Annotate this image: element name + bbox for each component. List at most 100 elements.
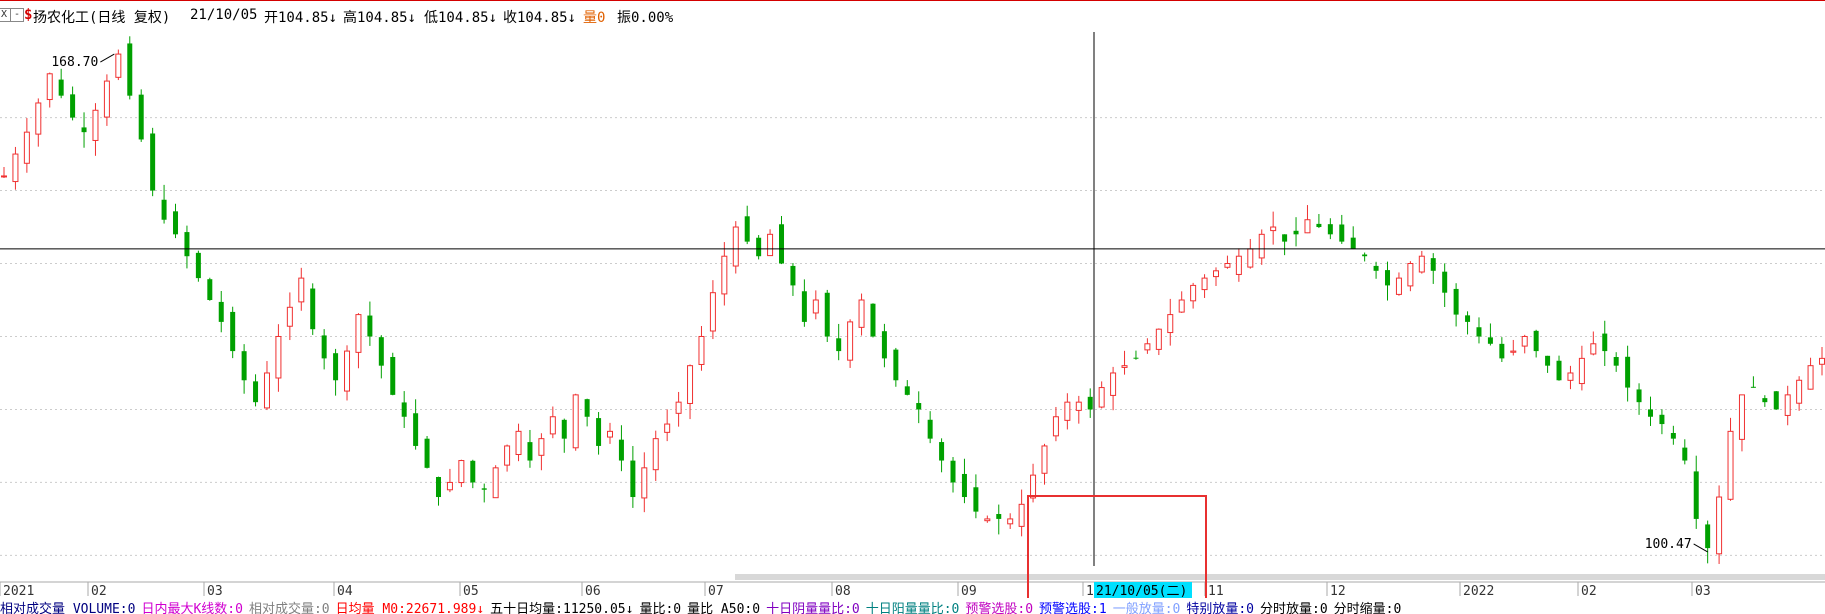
candle-body	[195, 252, 201, 279]
candle-body	[1693, 471, 1699, 519]
candle-body	[1602, 333, 1608, 352]
footer-indicator: 五十日均量:11250.05↓	[490, 602, 634, 614]
candle-body	[504, 445, 511, 466]
candle-body	[1144, 343, 1151, 351]
candle-body	[709, 292, 716, 332]
candle-body	[698, 335, 705, 365]
candle-body	[1487, 337, 1493, 344]
candle-body	[1407, 263, 1414, 287]
x-tick-label: 11	[1208, 584, 1224, 598]
candle-body	[1270, 226, 1277, 232]
candle-body	[675, 401, 682, 414]
x-tick-label: 02	[91, 584, 107, 598]
candle-body	[1807, 365, 1814, 390]
candle-body	[596, 418, 602, 446]
candle-body	[630, 460, 636, 498]
candle-body	[1201, 277, 1208, 291]
candlestick-chart[interactable]: 168.70100.472021 02 03 04 05 06 07 08 09 10 11 12 20…	[0, 0, 1825, 598]
candle-body	[1167, 314, 1174, 334]
candle-body	[538, 438, 545, 456]
candle-body	[413, 413, 419, 446]
candle-body	[847, 321, 854, 361]
candle-body	[286, 306, 293, 327]
candle-body	[561, 419, 567, 439]
candle-body	[1190, 284, 1197, 302]
candle-body	[1098, 387, 1105, 408]
candle-body	[1784, 394, 1791, 416]
candle-body	[275, 335, 282, 379]
x-tick-label: 03	[207, 584, 223, 598]
candle-body	[881, 331, 887, 359]
candle-body	[1727, 430, 1734, 500]
footer-indicator: 一般放量:0	[1112, 602, 1181, 614]
max-marker-line	[100, 53, 115, 63]
candle-body	[1282, 234, 1288, 242]
candle-body	[207, 279, 213, 300]
candle-body	[35, 102, 42, 135]
max-price-label: 168.70	[51, 55, 98, 70]
candle-body	[1476, 327, 1482, 337]
candle-body	[1007, 518, 1014, 525]
candle-body	[549, 416, 556, 435]
candle-body	[927, 419, 933, 439]
candle-body	[161, 199, 167, 220]
crosshair-date-label: 21/10/05(二)	[1096, 584, 1187, 598]
candle-body	[1453, 288, 1459, 315]
candle-body	[46, 73, 53, 101]
candle-body	[1521, 335, 1528, 347]
candle-body	[230, 311, 236, 352]
candle-body	[1178, 299, 1185, 313]
x-tick-label: 08	[835, 584, 851, 598]
candle-body	[801, 291, 807, 322]
candle-body	[1052, 416, 1059, 437]
candle-body	[1316, 223, 1322, 228]
candle-body	[263, 372, 270, 409]
candle-body	[81, 127, 87, 133]
candle-body	[173, 211, 179, 235]
candle-body	[984, 518, 991, 522]
candle-body	[870, 303, 876, 337]
footer-indicator: 相对成交量 VOLUME:0	[0, 602, 136, 614]
candle-body	[446, 481, 453, 491]
footer-indicator: 十日阳量量比:0	[865, 602, 960, 614]
candle-body	[1247, 248, 1254, 268]
candle-body	[1350, 237, 1356, 249]
candle-body	[1670, 432, 1676, 439]
candle-body	[1362, 254, 1368, 257]
candle-body	[1327, 224, 1333, 235]
candle-body	[950, 460, 956, 483]
candle-body	[1682, 447, 1688, 461]
footer-indicator: 日内最大K线数:0	[141, 602, 243, 614]
candle-body	[1750, 386, 1756, 388]
candle-body	[744, 216, 750, 242]
candle-body	[1613, 357, 1619, 366]
candle-body	[721, 255, 728, 295]
candle-body	[572, 394, 579, 449]
candle-body	[1773, 391, 1779, 410]
candle-body	[939, 442, 945, 461]
candle-body	[836, 338, 842, 352]
candle-body	[367, 315, 373, 337]
candle-body	[1465, 315, 1471, 322]
candle-body	[1556, 360, 1562, 381]
candle-body	[355, 314, 362, 353]
footer-indicator: 特别放量:0	[1186, 602, 1255, 614]
candle-body	[127, 43, 133, 96]
candle-body	[1762, 398, 1768, 403]
x-tick-label: 07	[708, 584, 724, 598]
candle-body	[1385, 270, 1391, 286]
candle-body	[1258, 233, 1265, 259]
candle-body	[1567, 372, 1574, 381]
scrollbar-track	[735, 574, 1825, 580]
candle-body	[344, 350, 351, 392]
candle-body	[241, 351, 247, 381]
candle-body	[12, 153, 19, 183]
candle-body	[527, 442, 533, 461]
candle-body	[92, 109, 99, 141]
candle-body	[641, 467, 648, 499]
candle-body	[321, 335, 327, 359]
footer-indicator: 十日阴量量比:0	[766, 602, 860, 614]
candle-body	[1499, 343, 1505, 359]
candle-body	[115, 53, 122, 78]
candle-body	[618, 439, 624, 461]
